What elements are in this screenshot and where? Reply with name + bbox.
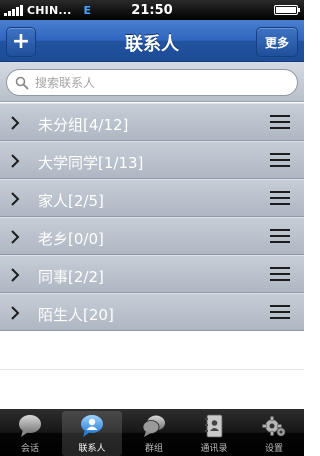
reorder-icon[interactable] (270, 229, 290, 245)
search-bar: 搜索联系人 (0, 62, 304, 102)
divider (0, 369, 304, 370)
tab-label: 会话 (20, 444, 39, 454)
group-label: 大学同学[1/13] (38, 154, 144, 172)
status-bar: CHIN... E 21:50 (0, 0, 304, 20)
search-placeholder: 搜索联系人 (35, 76, 96, 90)
chevron-right-icon (11, 192, 20, 206)
group-label: 未分组[4/12] (38, 116, 129, 134)
tab-label: 群组 (144, 444, 163, 454)
reorder-icon[interactable] (270, 191, 290, 207)
reorder-icon[interactable] (270, 115, 290, 131)
chat-bubble-icon (19, 415, 41, 437)
group-icon (142, 415, 165, 437)
empty-list-area (0, 331, 304, 409)
tab-label: 通讯录 (200, 444, 228, 454)
tab-groups[interactable]: 群组 (124, 409, 184, 456)
group-label: 老乡[0/0] (38, 230, 104, 248)
chevron-right-icon (11, 306, 20, 320)
contacts-icon (81, 415, 103, 437)
tab-address-book[interactable]: 通讯录 (184, 409, 244, 456)
battery-icon (274, 5, 300, 15)
tab-bar: 会话 联系人 群组 通讯录 设置 (0, 409, 304, 456)
tab-settings[interactable]: 设置 (244, 409, 304, 456)
reorder-icon[interactable] (270, 153, 290, 169)
tab-chats[interactable]: 会话 (0, 409, 60, 456)
search-icon (15, 76, 29, 89)
gear-icon (262, 416, 286, 437)
group-row[interactable]: 家人[2/5] (0, 179, 304, 217)
chevron-right-icon (11, 154, 20, 168)
group-row[interactable]: 陌生人[20] (0, 293, 304, 331)
group-label: 陌生人[20] (38, 306, 114, 324)
navigation-bar: + 联系人 更多 (0, 20, 304, 62)
tab-label: 设置 (264, 444, 283, 454)
chevron-right-icon (11, 230, 20, 244)
group-label: 家人[2/5] (38, 192, 104, 210)
chevron-right-icon (11, 116, 20, 130)
address-book-icon (205, 414, 223, 438)
tab-label: 联系人 (78, 444, 106, 454)
group-row[interactable]: 同事[2/2] (0, 255, 304, 293)
tab-contacts[interactable]: 联系人 (62, 411, 122, 456)
group-row[interactable]: 大学同学[1/13] (0, 141, 304, 179)
group-row[interactable]: 未分组[4/12] (0, 103, 304, 141)
clock: 21:50 (131, 2, 173, 18)
search-input[interactable]: 搜索联系人 (6, 69, 298, 96)
chevron-right-icon (11, 268, 20, 282)
group-label: 同事[2/2] (38, 268, 104, 286)
reorder-icon[interactable] (270, 305, 290, 321)
contact-group-list: 未分组[4/12] 大学同学[1/13] 家人[2/5] 老乡[0/0] 同事[… (0, 103, 304, 331)
more-button[interactable]: 更多 (256, 27, 298, 57)
reorder-icon[interactable] (270, 267, 290, 283)
group-row[interactable]: 老乡[0/0] (0, 217, 304, 255)
